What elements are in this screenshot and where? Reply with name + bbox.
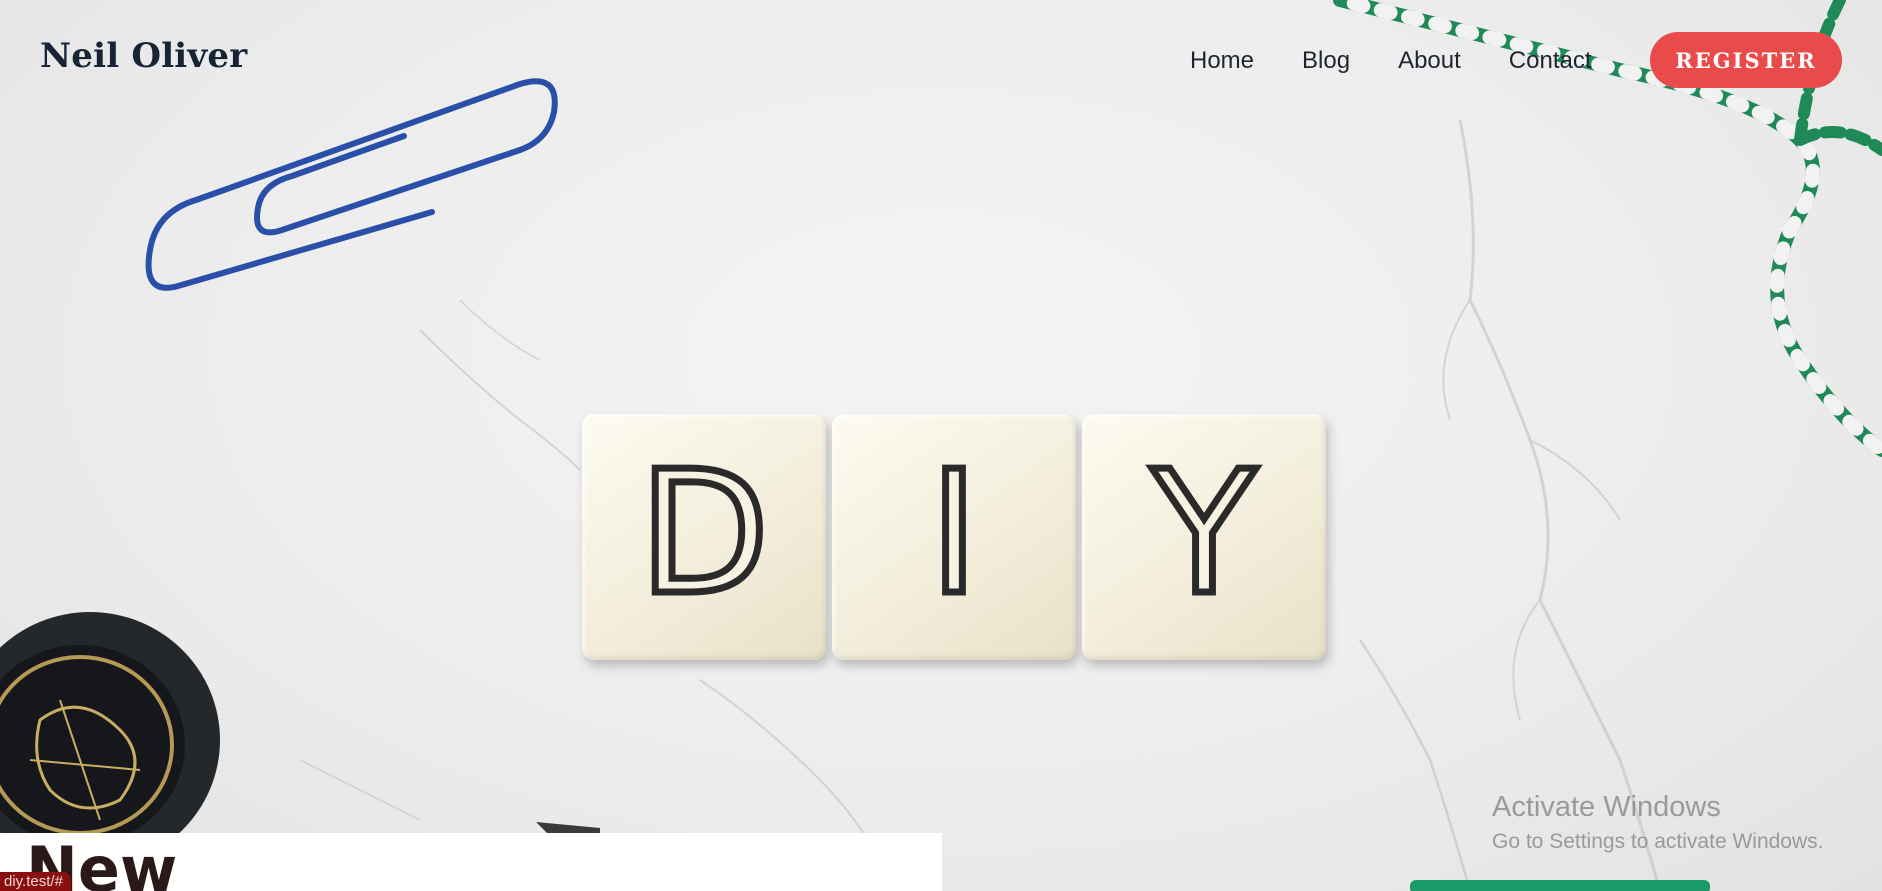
green-item-decoration bbox=[1410, 880, 1710, 891]
page: Neil Oliver Home Blog About Contact REGI… bbox=[0, 0, 1882, 891]
register-button[interactable]: REGISTER bbox=[1650, 32, 1842, 88]
tile-letter: I bbox=[925, 435, 982, 633]
tile-i: I bbox=[832, 414, 1076, 660]
tile-y: Y bbox=[1082, 414, 1326, 660]
tile-letter: D bbox=[635, 435, 773, 633]
main-nav: Home Blog About Contact bbox=[1190, 46, 1640, 76]
activate-windows-watermark: Activate Windows Go to Settings to activ… bbox=[1492, 790, 1824, 856]
tile-letter: Y bbox=[1149, 435, 1260, 633]
site-title[interactable]: Neil Oliver bbox=[40, 36, 247, 76]
status-bar-url: diy.test/# bbox=[0, 872, 71, 891]
nav-blog-link[interactable]: Blog bbox=[1302, 47, 1350, 75]
post-card: New bbox=[0, 833, 942, 891]
tile-d: D bbox=[582, 414, 826, 660]
nav-home-link[interactable]: Home bbox=[1190, 47, 1254, 75]
watermark-title: Activate Windows bbox=[1492, 791, 1721, 823]
nav-contact-link[interactable]: Contact bbox=[1509, 47, 1592, 75]
watermark-subtitle: Go to Settings to activate Windows. bbox=[1492, 830, 1824, 853]
diy-tiles: D I Y bbox=[582, 414, 1332, 664]
paperclip-decoration bbox=[145, 78, 558, 291]
nav-about-link[interactable]: About bbox=[1398, 47, 1461, 75]
wax-seal-decoration bbox=[0, 612, 220, 868]
